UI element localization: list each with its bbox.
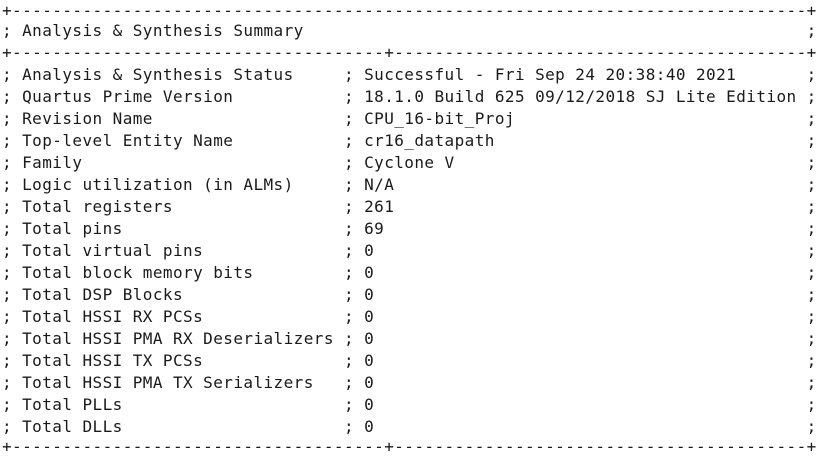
summary-row: ; Analysis & Synthesis Status ; Successf… [2, 65, 817, 84]
summary-row: ; Total pins ; 69 ; [2, 219, 817, 238]
summary-row: ; Top-level Entity Name ; cr16_datapath … [2, 131, 817, 150]
summary-row: ; Logic utilization (in ALMs) ; N/A ; [2, 175, 817, 194]
analysis-synthesis-summary-report: +---------------------------------------… [0, 0, 820, 464]
bottom-border: +-------------------------------------+-… [2, 437, 817, 456]
summary-row: ; Total HSSI PMA TX Serializers ; 0 ; [2, 373, 817, 392]
report-title: ; Analysis & Synthesis Summary ; [2, 21, 817, 40]
summary-row: ; Quartus Prime Version ; 18.1.0 Build 6… [2, 87, 817, 106]
top-border: +---------------------------------------… [2, 1, 817, 20]
summary-row: ; Total virtual pins ; 0 ; [2, 241, 817, 260]
summary-row: ; Total HSSI TX PCSs ; 0 ; [2, 351, 817, 370]
summary-row: ; Total registers ; 261 ; [2, 197, 817, 216]
summary-row: ; Total HSSI RX PCSs ; 0 ; [2, 307, 817, 326]
summary-row: ; Total block memory bits ; 0 ; [2, 263, 817, 282]
summary-row: ; Total PLLs ; 0 ; [2, 395, 817, 414]
summary-row: ; Total HSSI PMA RX Deserializers ; 0 ; [2, 329, 817, 348]
summary-row: ; Total DSP Blocks ; 0 ; [2, 285, 817, 304]
summary-row: ; Total DLLs ; 0 ; [2, 417, 817, 436]
header-divider: +-------------------------------------+-… [2, 43, 817, 62]
summary-row: ; Revision Name ; CPU_16-bit_Proj ; [2, 109, 817, 128]
summary-row: ; Family ; Cyclone V ; [2, 153, 817, 172]
